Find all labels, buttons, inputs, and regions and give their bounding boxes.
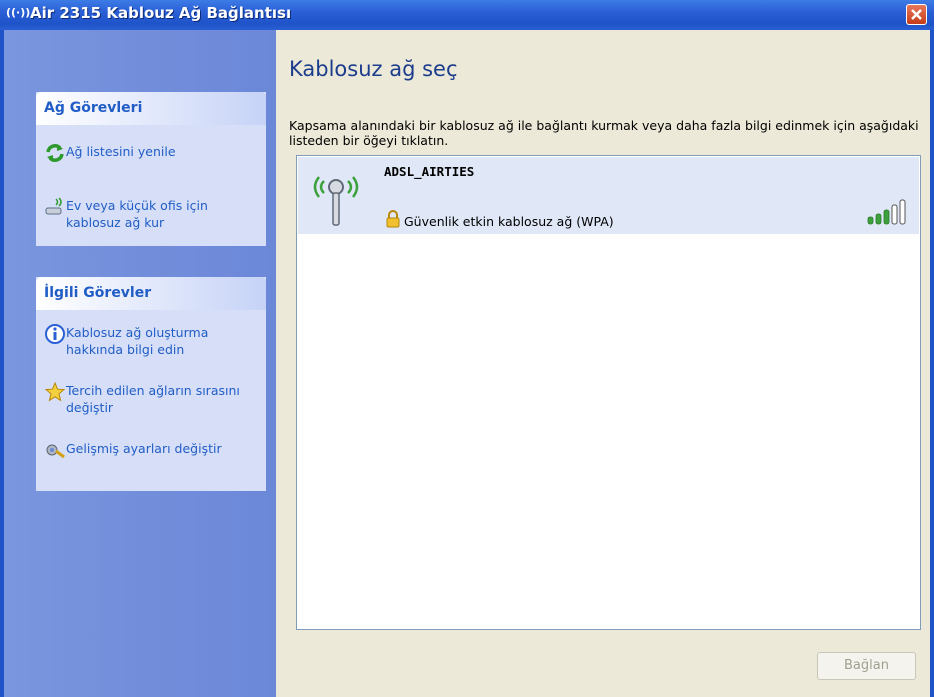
related-tasks-header: İlgili Görevler <box>36 277 266 310</box>
refresh-icon <box>46 144 64 162</box>
star-icon <box>44 381 66 402</box>
setup-wireless-network-label: Ev veya küçük ofis için kablosuz ağ kur <box>66 198 208 230</box>
network-security-status: Güvenlik etkin kablosuz ağ (WPA) <box>404 214 614 229</box>
learn-wireless-setup-label: Kablosuz ağ oluşturma hakkında bilgi edi… <box>66 325 209 357</box>
wireless-icon: ((·)) <box>6 6 31 19</box>
wireless-connection-window: ((·)) Air 2315 Kablouz Ağ Bağlantısı Ağ … <box>0 0 934 697</box>
lock-icon <box>386 210 400 228</box>
related-tasks-panel: İlgili Görevler Kablosuz ağ oluşturma ha… <box>36 277 266 491</box>
change-preferred-order-label: Tercih edilen ağların sırasını değiştir <box>66 383 240 415</box>
signal-strength-icon <box>867 199 906 225</box>
wireless-setup-icon <box>45 197 62 215</box>
settings-icon <box>46 444 65 459</box>
change-advanced-settings-label: Gelişmiş ayarları değiştir <box>66 441 222 456</box>
page-title: Kablosuz ağ seç <box>289 57 458 81</box>
network-tasks-header: Ağ Görevleri <box>36 92 266 125</box>
connect-button[interactable]: Bağlan <box>817 652 916 680</box>
network-list-item[interactable]: ADSL_AIRTIES Güvenlik etkin kablosuz ağ … <box>298 157 919 234</box>
close-icon <box>911 9 922 20</box>
network-tasks-panel: Ağ Görevleri Ağ listesini yenile Ev veya… <box>36 92 266 246</box>
network-list[interactable]: ADSL_AIRTIES Güvenlik etkin kablosuz ağ … <box>296 155 921 630</box>
close-button[interactable] <box>906 4 927 25</box>
wireless-antenna-icon <box>313 176 359 226</box>
window-title: Air 2315 Kablouz Ağ Bağlantısı <box>30 4 292 22</box>
related-tasks-title: İlgili Görevler <box>44 285 152 301</box>
network-name: ADSL_AIRTIES <box>384 164 475 179</box>
page-description: Kapsama alanındaki bir kablosuz ağ ile b… <box>289 118 919 148</box>
refresh-network-list-label: Ağ listesini yenile <box>66 144 176 159</box>
info-icon <box>45 324 65 344</box>
task-sidebar: Ağ Görevleri Ağ listesini yenile Ev veya… <box>4 30 276 697</box>
title-bar[interactable]: ((·)) Air 2315 Kablouz Ağ Bağlantısı <box>0 0 934 30</box>
window-border-right <box>930 30 934 697</box>
network-tasks-title: Ağ Görevleri <box>44 100 143 116</box>
